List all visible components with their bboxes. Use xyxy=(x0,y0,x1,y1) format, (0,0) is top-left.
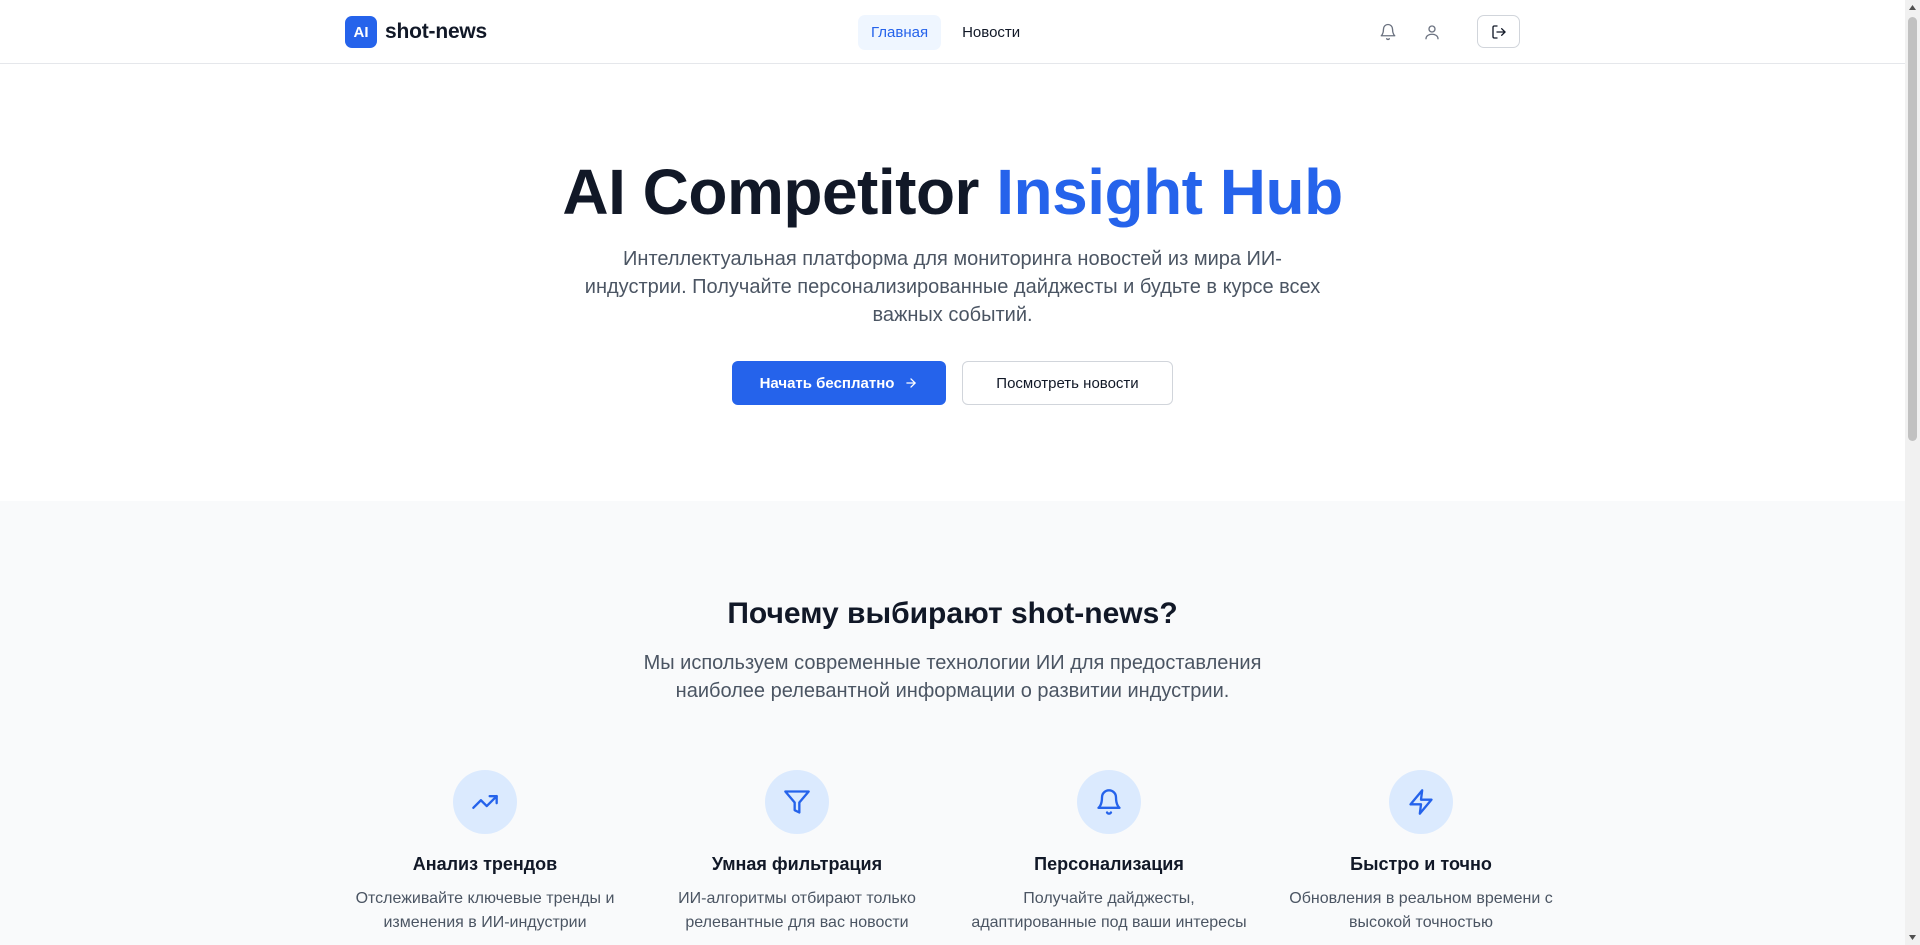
logo-link[interactable]: AI shot-news xyxy=(345,16,487,48)
feature-icon-circle xyxy=(1077,770,1141,834)
features-section: Почему выбирают shot-news? Мы используем… xyxy=(0,501,1905,945)
feature-description: Обновления в реальном времени с высокой … xyxy=(1289,890,1553,931)
logo-badge: AI xyxy=(345,16,377,48)
hero-section: AI Competitor Insight Hub Интеллектуальн… xyxy=(0,65,1905,501)
feature-title: Персонализация xyxy=(1034,854,1184,874)
top-navbar: AI shot-news Главная Новости xyxy=(0,0,1905,64)
feature-card-speed: Быстро и точно Обновления в реальном вре… xyxy=(1271,770,1571,935)
feature-title: Анализ трендов xyxy=(412,854,558,874)
feature-description: ИИ-алгоритмы отбирают только релевантные… xyxy=(678,890,916,931)
feature-title: Быстро и точно xyxy=(1350,854,1492,874)
bell-icon xyxy=(1380,23,1396,40)
feature-icon-circle xyxy=(453,770,517,834)
notifications-button[interactable] xyxy=(1375,19,1401,45)
trending-up-icon xyxy=(472,795,498,809)
logout-icon xyxy=(1491,24,1506,39)
start-free-label: Начать бесплатно xyxy=(759,374,895,392)
feature-icon-circle xyxy=(1389,770,1453,834)
feature-card-trends: Анализ трендов Отслеживайте ключевые тре… xyxy=(335,770,635,935)
hero-buttons: Начать бесплатно Посмотреть новости xyxy=(0,361,1905,405)
start-free-button[interactable]: Начать бесплатно xyxy=(732,361,946,405)
header-actions xyxy=(1375,15,1520,48)
scroll-thumb[interactable] xyxy=(1908,17,1917,441)
hero-subtitle: Интеллектуальная платформа для мониторин… xyxy=(584,248,1321,326)
nav-item-news[interactable]: Новости xyxy=(949,15,1033,50)
filter-icon xyxy=(784,790,810,814)
bell-icon xyxy=(1097,789,1121,815)
features-subtitle: Мы используем современные технологии ИИ … xyxy=(643,652,1262,702)
feature-card-filter: Умная фильтрация ИИ-алгоритмы отбирают т… xyxy=(647,770,947,935)
hero-title-accent: Insight Hub xyxy=(996,156,1343,228)
profile-button[interactable] xyxy=(1419,19,1445,45)
logout-button[interactable] xyxy=(1477,15,1520,48)
arrow-right-icon xyxy=(906,378,917,388)
user-icon xyxy=(1425,24,1439,39)
view-news-button[interactable]: Посмотреть новости xyxy=(962,361,1173,405)
nav-item-home[interactable]: Главная xyxy=(858,15,942,50)
feature-card-personalization: Персонализация Получайте дайджесты, адап… xyxy=(959,770,1259,935)
zap-icon xyxy=(1409,789,1433,815)
feature-description: Отслеживайте ключевые тренды и изменения… xyxy=(355,890,615,931)
caret-down-icon xyxy=(1909,935,1916,940)
feature-icon-circle xyxy=(765,770,829,834)
hero-title-main: AI Competitor xyxy=(562,156,997,228)
feature-description: Получайте дайджесты, адаптированные под … xyxy=(971,890,1247,931)
hero-title: AI Competitor Insight Hub xyxy=(0,157,1905,227)
main-nav: Главная Новости xyxy=(858,15,1033,50)
features-title: Почему выбирают shot-news? xyxy=(727,597,1178,630)
logo-text: shot-news xyxy=(385,20,488,43)
scroll-down-button[interactable] xyxy=(1905,930,1920,945)
feature-title: Умная фильтрация xyxy=(711,854,883,874)
scroll-up-button[interactable] xyxy=(1905,0,1920,15)
page-scrollbar[interactable] xyxy=(1905,0,1920,945)
caret-up-icon xyxy=(1909,5,1916,10)
